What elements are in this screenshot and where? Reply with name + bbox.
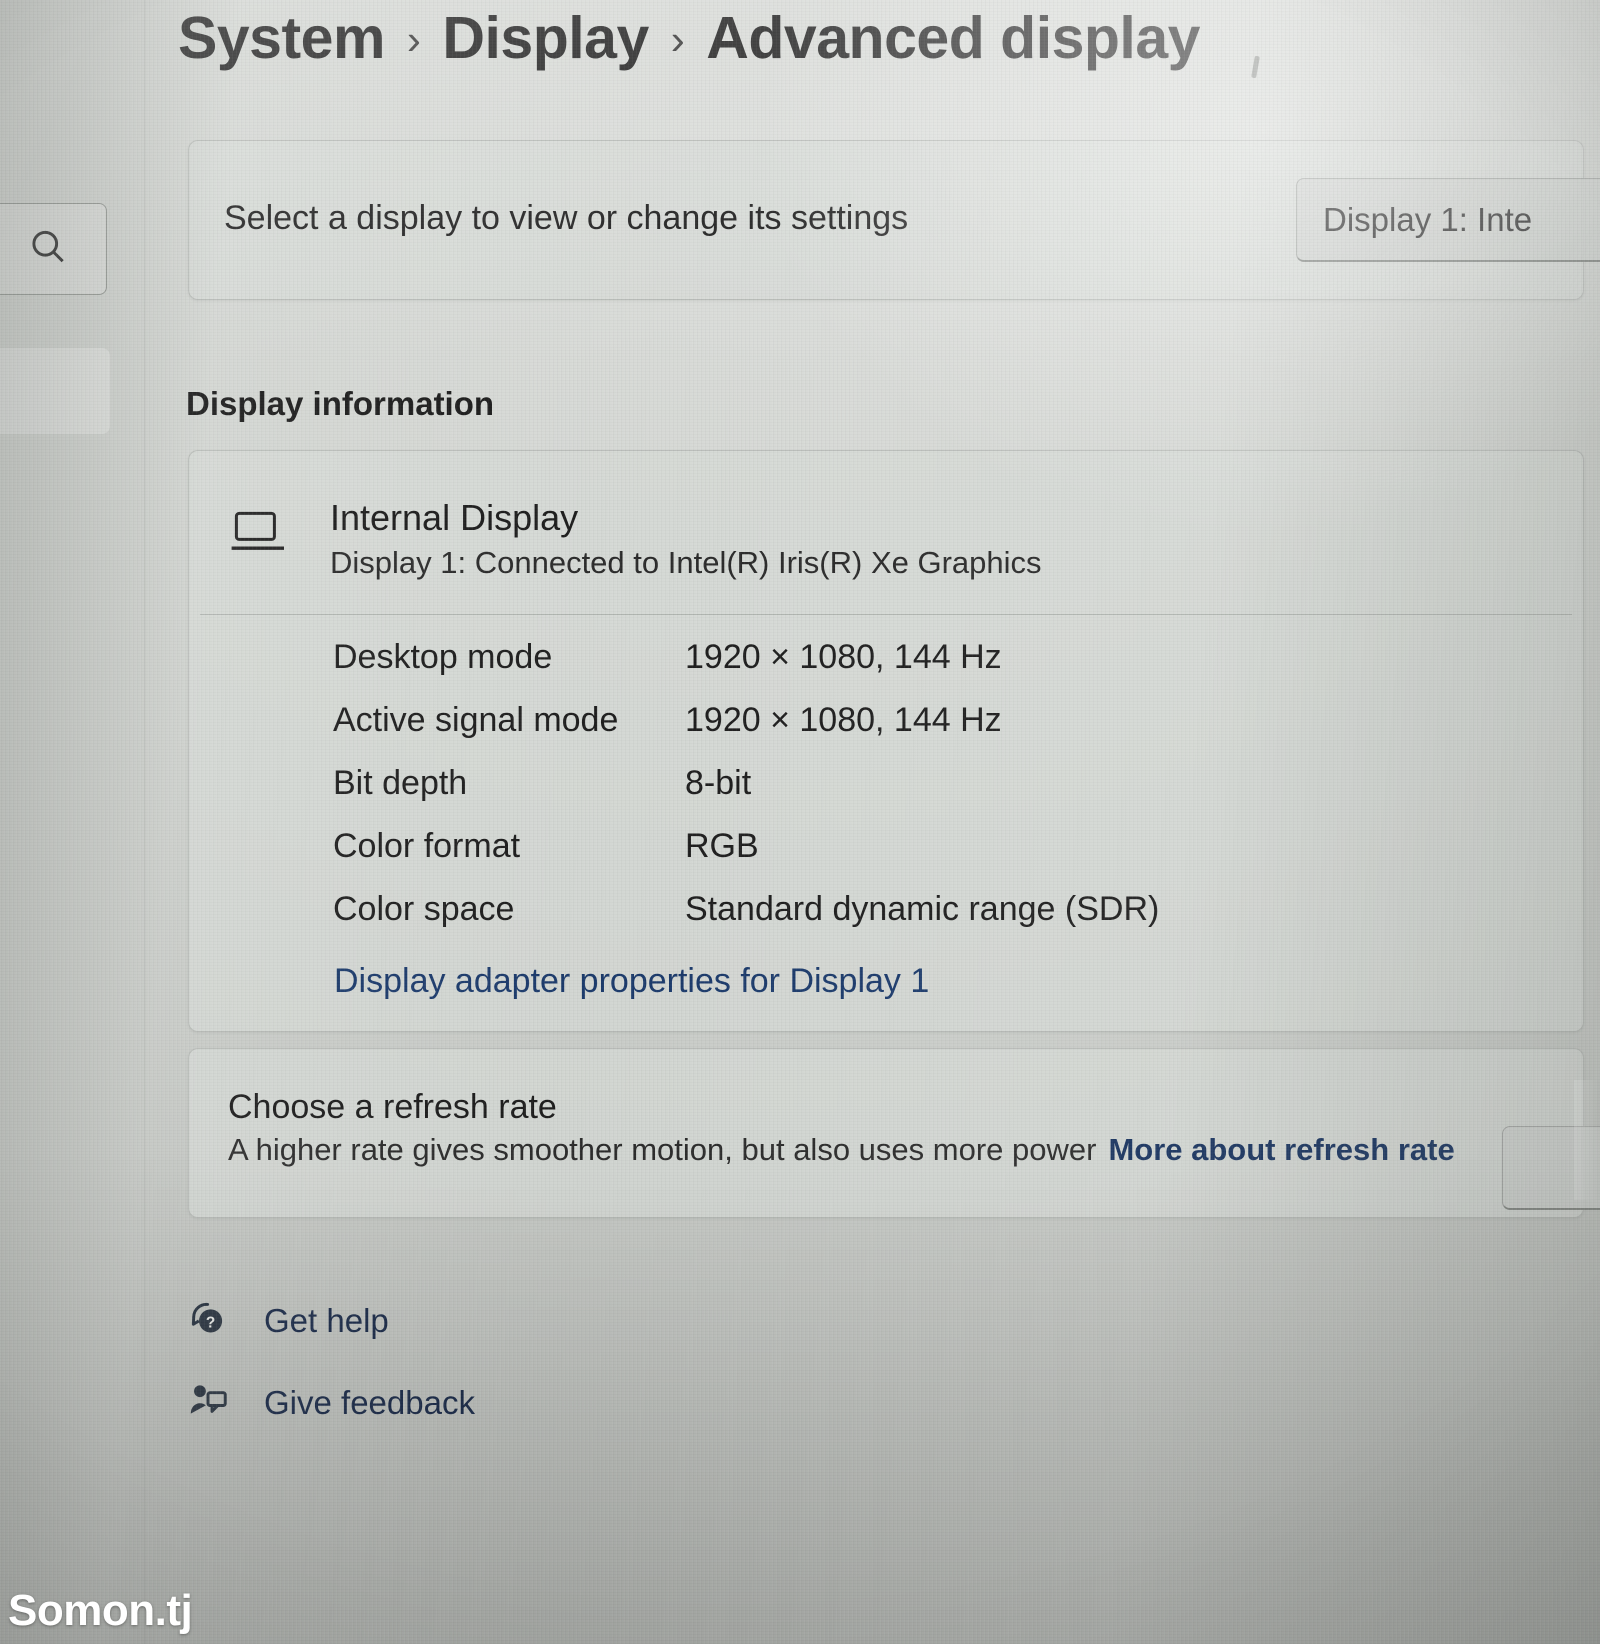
- breadcrumb-item-display[interactable]: Display: [442, 4, 649, 72]
- svg-text:?: ?: [206, 1315, 215, 1332]
- breadcrumb-separator-icon: ›: [670, 16, 685, 63]
- display-spec-list: Desktop mode 1920 × 1080, 144 Hz Active …: [333, 638, 1159, 953]
- give-feedback-label: Give feedback: [264, 1383, 475, 1421]
- breadcrumb-item-system[interactable]: System: [178, 4, 385, 72]
- feedback-icon: [186, 1378, 230, 1427]
- display-device-text: Internal Display Display 1: Connected to…: [330, 497, 1042, 581]
- spec-value: RGB: [685, 827, 759, 865]
- breadcrumb: System › Display › Advanced display: [178, 4, 1200, 72]
- search-input[interactable]: [0, 203, 107, 295]
- refresh-rate-description: A higher rate gives smoother motion, but…: [228, 1132, 1097, 1167]
- mouse-cursor: [1251, 55, 1260, 79]
- search-icon: [26, 225, 70, 274]
- refresh-rate-title: Choose a refresh rate: [228, 1088, 557, 1126]
- more-about-refresh-rate-link[interactable]: More about refresh rate: [1108, 1132, 1454, 1167]
- get-help-link[interactable]: ? Get help: [186, 1296, 389, 1345]
- display-device-connection: Display 1: Connected to Intel(R) Iris(R)…: [330, 545, 1042, 581]
- spec-row: Color format RGB: [333, 827, 1159, 890]
- display-adapter-properties-link[interactable]: Display adapter properties for Display 1: [334, 962, 929, 1001]
- sidebar-divider: [144, 0, 145, 1644]
- spec-key: Desktop mode: [333, 638, 553, 676]
- spec-value: 1920 × 1080, 144 Hz: [685, 701, 1002, 739]
- spec-row: Desktop mode 1920 × 1080, 144 Hz: [333, 638, 1159, 701]
- spec-key: Color space: [333, 890, 515, 928]
- refresh-rate-description-row: A higher rate gives smoother motion, but…: [228, 1132, 1455, 1168]
- spec-key: Active signal mode: [333, 701, 619, 739]
- give-feedback-link[interactable]: Give feedback: [186, 1378, 475, 1427]
- advanced-display-settings-screen: System › Display › Advanced display Sele…: [0, 0, 1600, 1644]
- breadcrumb-separator-icon: ›: [406, 16, 421, 63]
- spec-row: Active signal mode 1920 × 1080, 144 Hz: [333, 701, 1159, 764]
- spec-value: Standard dynamic range (SDR): [685, 890, 1160, 928]
- display-information-heading: Display information: [186, 385, 495, 422]
- page-title: Advanced display: [706, 5, 1200, 71]
- help-icon: ?: [186, 1296, 230, 1345]
- display-selector-value: Display 1: Inte: [1323, 200, 1533, 238]
- spec-row: Color space Standard dynamic range (SDR): [333, 890, 1159, 953]
- spec-key: Bit depth: [333, 764, 468, 802]
- sidebar-item-selected[interactable]: [0, 348, 110, 434]
- get-help-label: Get help: [264, 1301, 389, 1339]
- monitor-icon: [230, 509, 286, 560]
- spec-row: Bit depth 8-bit: [333, 764, 1159, 827]
- spec-key: Color format: [333, 827, 521, 865]
- display-device-row: Internal Display Display 1: Connected to…: [230, 497, 1042, 581]
- screen-bezel-edge: [1574, 1080, 1600, 1200]
- spec-value: 8-bit: [685, 764, 752, 802]
- display-selector-dropdown[interactable]: Display 1: Inte: [1296, 178, 1600, 262]
- display-info-divider: [200, 614, 1572, 615]
- watermark: Somon.tj: [8, 1586, 193, 1635]
- spec-value: 1920 × 1080, 144 Hz: [685, 638, 1002, 676]
- settings-content: System › Display › Advanced display Sele…: [0, 0, 1600, 1644]
- display-device-name: Internal Display: [330, 497, 579, 538]
- select-display-label: Select a display to view or change its s…: [224, 199, 909, 237]
